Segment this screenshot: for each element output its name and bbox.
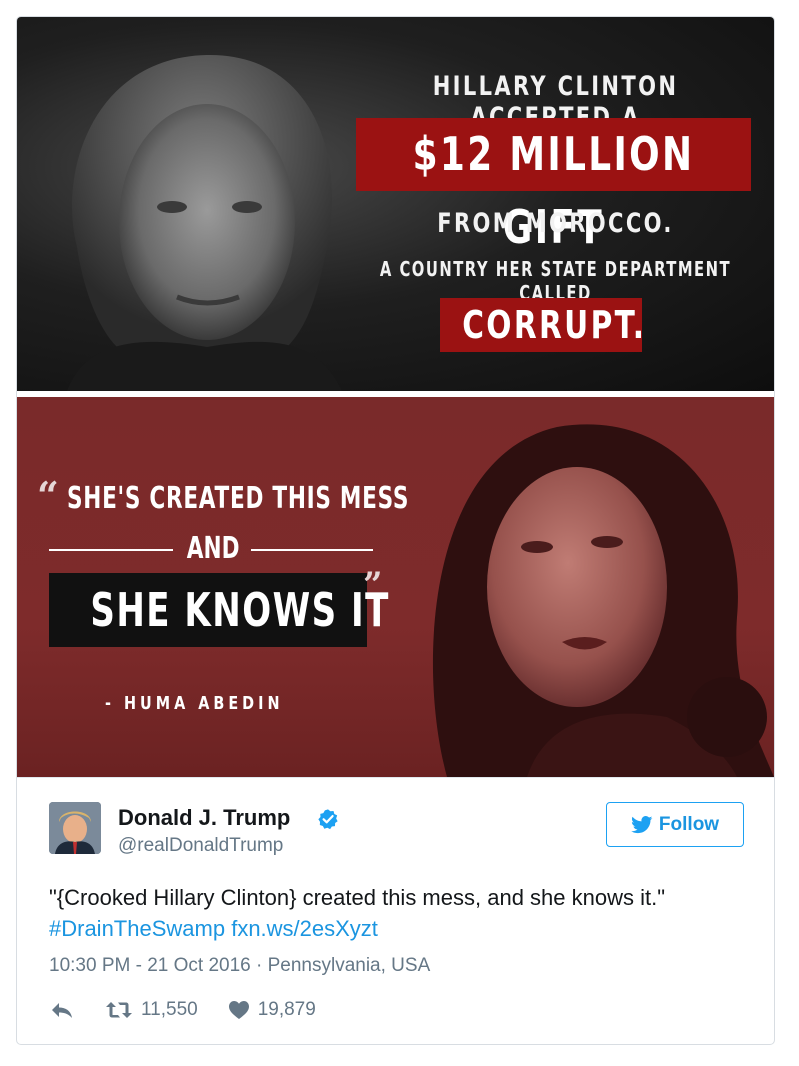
image-bottom-border (17, 777, 774, 778)
tweet-image-top[interactable]: HILLARY CLINTON ACCEPTED A $12 MILLION G… (17, 17, 774, 391)
reply-icon (52, 1003, 72, 1018)
quote-line1: SHE'S CREATED THIS MESS (67, 481, 410, 516)
quote-highlight-box: SHE KNOWS IT (49, 573, 390, 647)
close-quote-icon: ” (363, 565, 383, 605)
follow-label: Follow (658, 813, 720, 835)
twitter-bird-icon (631, 815, 653, 833)
retweet-count: 11,550 (141, 999, 198, 1020)
author-name[interactable]: Donald J. Trump (118, 805, 290, 831)
quote-highlight: SHE KNOWS IT (90, 583, 390, 637)
open-quote-icon: “ (37, 473, 59, 518)
tweet-text: "{Crooked Hillary Clinton} created this … (49, 885, 666, 910)
portrait-hillary-clinton (67, 54, 342, 391)
retweet-icon (106, 1002, 132, 1018)
url-link[interactable]: fxn.ws/2esXyzt (231, 916, 378, 941)
headline-line3: FROM MOROCCO. (437, 208, 674, 239)
hashtag-link[interactable]: #DrainTheSwamp (49, 916, 225, 941)
quote-and: AND (186, 531, 240, 566)
headline-highlight: $12 MILLION GIFT (412, 127, 695, 254)
tweet-image-bottom[interactable]: “ SHE'S CREATED THIS MESS AND SHE KNOWS … (17, 397, 774, 777)
retweet-button[interactable]: 11,550 (105, 999, 198, 1021)
verified-icon (318, 809, 338, 830)
quote-rule-right (251, 549, 373, 551)
like-count: 19,879 (257, 999, 316, 1020)
avatar-image (49, 802, 101, 854)
portrait-huma-abedin (432, 424, 774, 777)
avatar[interactable] (49, 802, 101, 854)
tweet-links: #DrainTheSwamp fxn.ws/2esXyzt (49, 914, 378, 944)
heart-icon (228, 1001, 249, 1019)
headline-corrupt: CORRUPT. (462, 303, 647, 347)
author-handle[interactable]: @realDonaldTrump (118, 835, 283, 857)
like-button[interactable]: 19,879 (228, 999, 316, 1021)
headline-highlight-box: $12 MILLION GIFT (356, 118, 751, 254)
reply-button[interactable] (49, 1000, 75, 1020)
headline-corrupt-box: CORRUPT. (440, 298, 647, 352)
tweet-timestamp[interactable]: 10:30 PM - 21 Oct 2016 · Pennsylvania, U… (49, 955, 430, 977)
quote-attribution: - HUMA ABEDIN (105, 693, 284, 714)
tweet-card: HILLARY CLINTON ACCEPTED A $12 MILLION G… (16, 16, 775, 1045)
quote-rule-left (49, 549, 173, 551)
tweet-actions: 11,550 19,879 (49, 997, 316, 1023)
follow-button[interactable]: Follow (606, 802, 744, 847)
